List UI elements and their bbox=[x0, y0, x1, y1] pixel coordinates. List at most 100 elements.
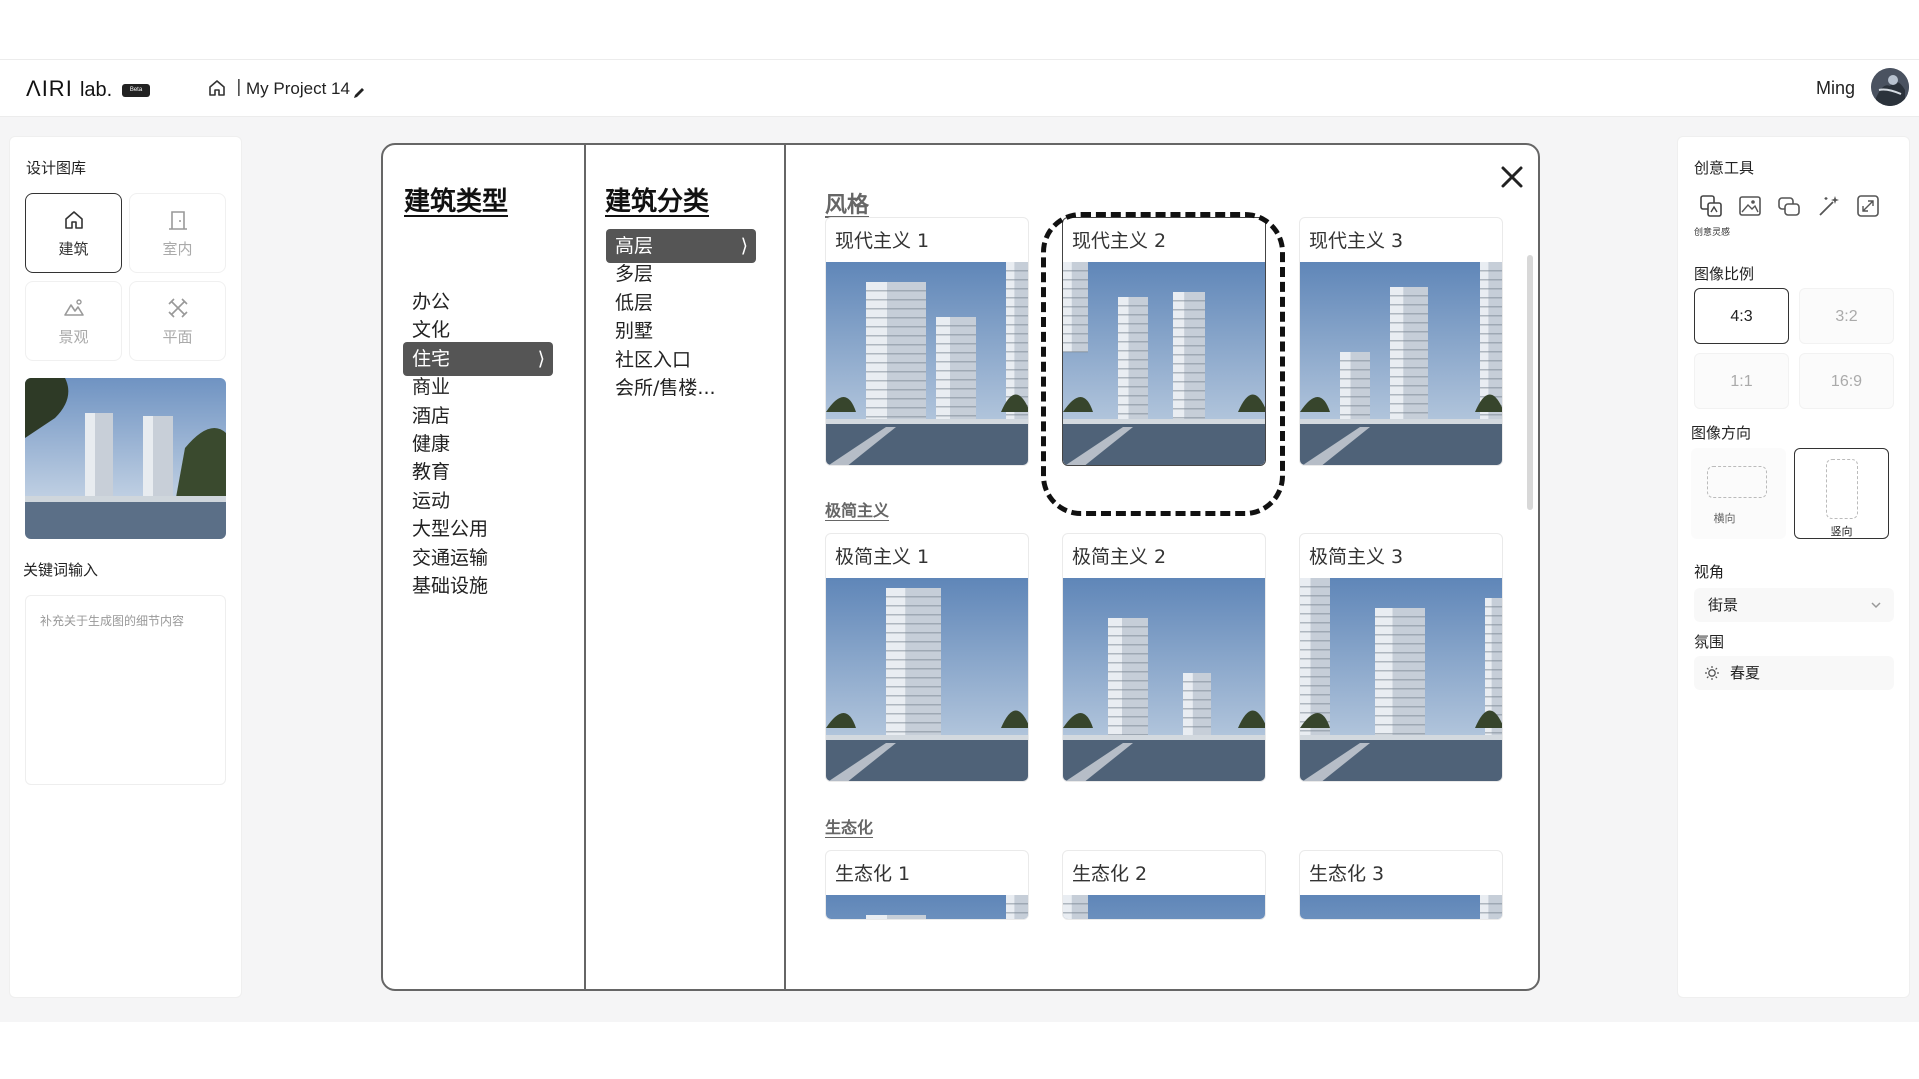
style-card[interactable]: 生态化 1 bbox=[825, 850, 1029, 920]
building-class-item[interactable]: 会所/售楼... bbox=[606, 371, 756, 405]
breadcrumb-separator: | bbox=[236, 77, 242, 97]
library-tile-architecture[interactable]: 建筑 bbox=[25, 193, 122, 273]
translate-image-icon[interactable] bbox=[1698, 193, 1724, 219]
building-type-label: 健康 bbox=[412, 433, 451, 455]
portrait-frame-icon bbox=[1826, 459, 1858, 519]
style-section-heading: 极简主义 bbox=[825, 501, 890, 520]
building-type-label: 商业 bbox=[412, 376, 451, 399]
building-type-item[interactable]: 基础设施 bbox=[403, 569, 553, 603]
mood-title: 氛围 bbox=[1694, 633, 1725, 651]
home-icon[interactable] bbox=[207, 78, 227, 98]
building-class-label: 别墅 bbox=[615, 320, 654, 343]
building-type-label: 运动 bbox=[412, 489, 451, 512]
style-card-title: 生态化 1 bbox=[835, 863, 911, 885]
column-divider bbox=[584, 145, 586, 989]
style-card[interactable]: 现代主义 1 bbox=[825, 217, 1029, 466]
style-card-title: 生态化 2 bbox=[1072, 863, 1148, 885]
ratio-3-2-button[interactable]: 3:2 bbox=[1799, 288, 1894, 344]
landscape-frame-icon bbox=[1707, 466, 1767, 498]
building-class-label: 低层 bbox=[615, 291, 654, 314]
style-card-title: 极简主义 1 bbox=[835, 546, 930, 568]
style-card[interactable]: 现代主义 2 bbox=[1062, 217, 1266, 466]
view-angle-select[interactable]: 街景 bbox=[1694, 588, 1894, 622]
top-header: ΛIRI lab. Beta | My Project 14 Ming bbox=[0, 59, 1919, 117]
scrollbar-thumb[interactable] bbox=[1527, 255, 1533, 510]
building-type-label: 基础设施 bbox=[412, 575, 489, 597]
magic-wand-icon[interactable] bbox=[1816, 193, 1842, 219]
orientation-landscape-button[interactable]: 横向 bbox=[1691, 448, 1786, 539]
library-tile-label: 平面 bbox=[162, 328, 193, 346]
style-card[interactable]: 现代主义 3 bbox=[1299, 217, 1503, 466]
library-tile-landscape[interactable]: 景观 bbox=[25, 281, 122, 361]
image-orientation-title: 图像方向 bbox=[1691, 424, 1752, 442]
library-tile-label: 室内 bbox=[162, 240, 193, 258]
style-card-title: 极简主义 2 bbox=[1072, 546, 1167, 568]
mood-select[interactable]: 春夏 bbox=[1694, 656, 1894, 690]
ratio-1-1-button[interactable]: 1:1 bbox=[1694, 353, 1789, 409]
building-class-label: 高层 bbox=[615, 235, 654, 257]
style-card-image bbox=[1063, 578, 1265, 781]
image-icon[interactable] bbox=[1737, 193, 1763, 219]
sun-icon bbox=[1705, 666, 1719, 680]
building-class-label: 多层 bbox=[615, 263, 654, 286]
view-angle-value: 街景 bbox=[1708, 596, 1739, 614]
style-card-image bbox=[1300, 262, 1502, 465]
user-name[interactable]: Ming bbox=[1816, 78, 1855, 99]
style-card-image bbox=[1300, 895, 1502, 919]
building-type-label: 住宅 bbox=[412, 347, 451, 370]
ratio-16-9-button[interactable]: 16:9 bbox=[1799, 353, 1894, 409]
library-tile-label: 景观 bbox=[58, 328, 89, 346]
library-preview-image[interactable] bbox=[25, 378, 226, 539]
orientation-label: 横向 bbox=[1713, 512, 1736, 525]
chat-image-icon[interactable] bbox=[1776, 193, 1802, 219]
avatar[interactable] bbox=[1871, 68, 1909, 106]
column-divider bbox=[784, 145, 786, 989]
style-card[interactable]: 极简主义 2 bbox=[1062, 533, 1266, 782]
library-tile-interior[interactable]: 室内 bbox=[129, 193, 226, 273]
building-type-modal: 建筑类型 办公 文化 住宅 ⟩ 商业 酒店 健康 教育 运动 大型公用 交通运输 基础设施 建筑分类 … bbox=[381, 143, 1540, 991]
app-logo[interactable]: ΛIRI lab. bbox=[26, 76, 112, 102]
ratio-4-3-button[interactable]: 4:3 bbox=[1694, 288, 1789, 344]
library-tile-plan[interactable]: 平面 bbox=[129, 281, 226, 361]
building-type-label: 交通运输 bbox=[412, 546, 489, 569]
building-type-label: 办公 bbox=[412, 291, 451, 313]
style-card-image bbox=[1300, 578, 1502, 781]
style-card[interactable]: 生态化 2 bbox=[1062, 850, 1266, 920]
logo-mark: ΛIRI bbox=[26, 76, 73, 101]
right-panel: 创意工具 创意灵感 图像比例 4:3 3:2 1:1 16:9 图像方向 横向 … bbox=[1677, 136, 1910, 998]
building-class-label: 会所/售楼... bbox=[615, 377, 716, 399]
logo-suffix: lab. bbox=[79, 79, 113, 101]
style-card-image bbox=[826, 895, 1028, 919]
style-card-image bbox=[826, 262, 1028, 465]
style-card[interactable]: 生态化 3 bbox=[1299, 850, 1503, 920]
home-icon bbox=[64, 211, 83, 229]
style-card-title: 现代主义 3 bbox=[1309, 230, 1404, 252]
style-card-title: 生态化 3 bbox=[1309, 863, 1385, 885]
building-class-label: 社区入口 bbox=[615, 348, 692, 371]
building-type-label: 大型公用 bbox=[412, 518, 489, 541]
landscape-icon bbox=[63, 299, 84, 316]
keyword-input[interactable]: 补充关于生成图的细节内容 bbox=[25, 595, 226, 785]
style-card[interactable]: 极简主义 3 bbox=[1299, 533, 1503, 782]
building-type-label: 文化 bbox=[412, 319, 451, 342]
chevron-down-icon bbox=[1871, 602, 1881, 609]
library-tile-label: 建筑 bbox=[58, 240, 89, 258]
building-type-label: 教育 bbox=[412, 461, 451, 484]
expand-icon[interactable] bbox=[1855, 193, 1881, 219]
building-type-title: 建筑类型 bbox=[404, 187, 509, 217]
beta-badge: Beta bbox=[122, 84, 150, 97]
pencil-icon[interactable] bbox=[352, 86, 366, 100]
style-card-title: 现代主义 1 bbox=[835, 230, 930, 252]
style-card[interactable]: 极简主义 1 bbox=[825, 533, 1029, 782]
orientation-portrait-button[interactable]: 竖向 bbox=[1794, 448, 1889, 539]
mood-value: 春夏 bbox=[1730, 664, 1761, 682]
style-card-title: 现代主义 2 bbox=[1072, 230, 1167, 252]
building-class-title: 建筑分类 bbox=[605, 187, 710, 217]
style-card-title: 极简主义 3 bbox=[1309, 546, 1404, 568]
creative-tools-title: 创意工具 bbox=[1694, 159, 1755, 177]
style-title: 风格 bbox=[825, 193, 870, 218]
orientation-label: 竖向 bbox=[1830, 525, 1853, 538]
close-icon[interactable] bbox=[1497, 162, 1527, 192]
tool-caption: 创意灵感 bbox=[1694, 228, 1731, 238]
project-name[interactable]: My Project 14 bbox=[246, 79, 350, 99]
